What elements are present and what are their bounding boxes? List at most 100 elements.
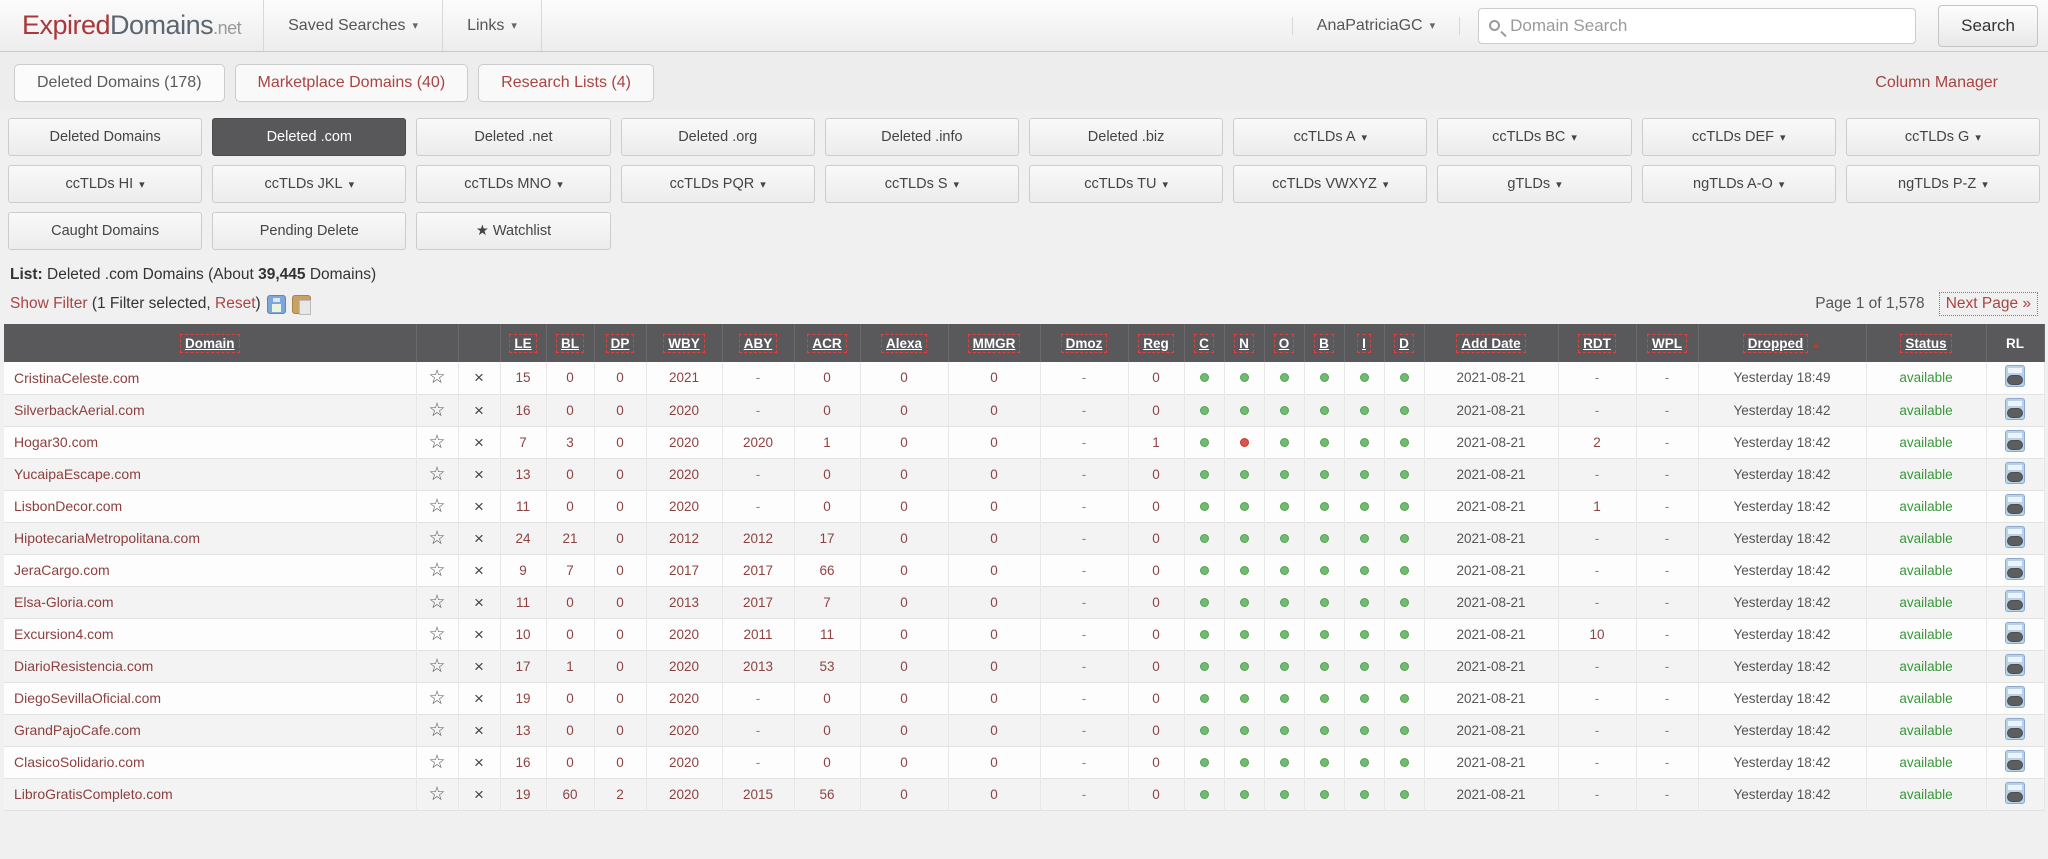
cell-value[interactable]: 2020 <box>669 659 699 674</box>
filter-button-deleted-domains[interactable]: Deleted Domains <box>8 118 203 156</box>
domain-link[interactable]: Hogar30.com <box>14 434 98 450</box>
cell-value[interactable]: 0 <box>900 531 908 546</box>
cell-value[interactable]: 0 <box>1152 563 1160 578</box>
cell-value[interactable]: 0 <box>990 787 998 802</box>
cell-value[interactable]: 0 <box>900 659 908 674</box>
cell-value[interactable]: 0 <box>823 370 831 385</box>
col-header-alexa[interactable]: Alexa <box>860 324 949 362</box>
cell-value[interactable]: 0 <box>1152 370 1160 385</box>
col-header-le[interactable]: LE <box>500 324 547 362</box>
cell-value[interactable]: 0 <box>990 403 998 418</box>
remove-domain-icon[interactable]: × <box>474 401 484 420</box>
favorite-star-icon[interactable]: ☆ <box>428 464 445 485</box>
favorite-star-icon[interactable]: ☆ <box>428 624 445 645</box>
remove-domain-icon[interactable]: × <box>474 368 484 387</box>
cell-value[interactable]: 7 <box>519 435 527 450</box>
menu-links[interactable]: Links ▾ <box>443 0 542 51</box>
cell-value[interactable]: 0 <box>900 403 908 418</box>
cell-value[interactable]: 1 <box>1593 499 1601 514</box>
col-header-dp[interactable]: DP <box>594 324 647 362</box>
cell-value[interactable]: 0 <box>1152 787 1160 802</box>
research-list-icon[interactable] <box>2005 493 2025 516</box>
cell-value[interactable]: 0 <box>616 531 624 546</box>
cell-value[interactable]: 2011 <box>743 627 772 642</box>
show-filter-link[interactable]: Show Filter <box>10 295 88 313</box>
cell-value[interactable]: 0 <box>823 499 831 514</box>
cell-value[interactable]: 0 <box>823 467 831 482</box>
filter-button-cctlds-jkl[interactable]: ccTLDs JKL ▾ <box>212 165 407 203</box>
favorite-star-icon[interactable]: ☆ <box>428 560 445 581</box>
col-header-mmgr[interactable]: MMGR <box>948 324 1041 362</box>
filter-button-deleted-biz[interactable]: Deleted .biz <box>1028 118 1224 156</box>
col-header-dropped[interactable]: Dropped ▲ <box>1698 324 1867 362</box>
column-manager-link[interactable]: Column Manager <box>1861 65 2012 101</box>
cell-value[interactable]: 60 <box>562 787 577 802</box>
cell-value[interactable]: 0 <box>1152 627 1160 642</box>
cell-value[interactable]: 2 <box>616 787 624 802</box>
favorite-star-icon[interactable]: ☆ <box>428 688 445 709</box>
cell-value[interactable]: 0 <box>900 787 908 802</box>
cell-value[interactable]: 7 <box>566 563 574 578</box>
domain-link[interactable]: LisbonDecor.com <box>14 498 122 514</box>
domain-link[interactable]: JeraCargo.com <box>14 562 110 578</box>
cell-value[interactable]: 0 <box>990 467 998 482</box>
research-list-icon[interactable] <box>2005 525 2025 548</box>
cell-value[interactable]: 2020 <box>669 467 699 482</box>
research-list-icon[interactable] <box>2005 749 2025 772</box>
cell-value[interactable]: 0 <box>616 659 624 674</box>
cell-value[interactable]: 0 <box>616 499 624 514</box>
cell-value[interactable]: 9 <box>519 563 527 578</box>
cell-value[interactable]: 2020 <box>669 403 699 418</box>
research-list-icon[interactable] <box>2005 461 2025 484</box>
cell-value[interactable]: 0 <box>566 370 574 385</box>
cell-value[interactable]: 0 <box>616 467 624 482</box>
cell-value[interactable]: 2020 <box>669 691 699 706</box>
cell-value[interactable]: 0 <box>900 691 908 706</box>
cell-value[interactable]: 24 <box>515 531 530 546</box>
cell-value[interactable]: 0 <box>566 723 574 738</box>
favorite-star-icon[interactable]: ☆ <box>428 656 445 677</box>
domain-link[interactable]: SilverbackAerial.com <box>14 402 145 418</box>
site-logo[interactable]: Expired Domains .net <box>0 0 265 51</box>
cell-value[interactable]: 2020 <box>669 787 699 802</box>
research-list-icon[interactable] <box>2005 653 2025 676</box>
domain-link[interactable]: GrandPajoCafe.com <box>14 722 141 738</box>
favorite-star-icon[interactable]: ☆ <box>428 752 445 773</box>
reset-filter-link[interactable]: Reset <box>215 295 256 313</box>
cell-value[interactable]: 2020 <box>669 435 699 450</box>
search-button[interactable]: Search <box>1938 4 2038 47</box>
cell-value[interactable]: 0 <box>990 370 998 385</box>
col-header-c[interactable]: C <box>1184 324 1225 362</box>
col-header-i[interactable]: I <box>1344 324 1385 362</box>
col-header-bl[interactable]: BL <box>546 324 595 362</box>
research-list-icon[interactable] <box>2005 781 2025 804</box>
col-header-aby[interactable]: ABY <box>722 324 795 362</box>
cell-value[interactable]: 2020 <box>669 627 699 642</box>
favorite-star-icon[interactable]: ☆ <box>428 720 445 741</box>
cell-value[interactable]: 10 <box>515 627 530 642</box>
cell-value[interactable]: 0 <box>566 595 574 610</box>
cell-value[interactable]: 66 <box>819 563 834 578</box>
cell-value[interactable]: 0 <box>1152 755 1160 770</box>
tab-research-lists-4[interactable]: Research Lists (4) <box>478 64 654 102</box>
domain-link[interactable]: YucaipaEscape.com <box>14 466 141 482</box>
cell-value[interactable]: 0 <box>566 499 574 514</box>
remove-domain-icon[interactable]: × <box>474 529 484 548</box>
cell-value[interactable]: 2015 <box>743 787 773 802</box>
cell-value[interactable]: 13 <box>515 467 530 482</box>
filter-button-deleted-org[interactable]: Deleted .org <box>620 118 815 156</box>
cell-value[interactable]: 16 <box>515 403 530 418</box>
cell-value[interactable]: 0 <box>616 563 624 578</box>
filter-button-cctlds-s[interactable]: ccTLDs S ▾ <box>824 165 1019 203</box>
col-header-o[interactable]: O <box>1264 324 1305 362</box>
cell-value[interactable]: 0 <box>823 691 831 706</box>
save-search-icon[interactable] <box>266 294 286 314</box>
cell-value[interactable]: 0 <box>990 627 998 642</box>
cell-value[interactable]: 0 <box>616 691 624 706</box>
col-header-reg[interactable]: Reg <box>1128 324 1185 362</box>
cell-value[interactable]: 7 <box>823 595 831 610</box>
cell-value[interactable]: 0 <box>566 691 574 706</box>
research-list-icon[interactable] <box>2005 429 2025 452</box>
favorite-star-icon[interactable]: ☆ <box>428 784 445 805</box>
next-page-link[interactable]: Next Page » <box>1938 292 2038 316</box>
